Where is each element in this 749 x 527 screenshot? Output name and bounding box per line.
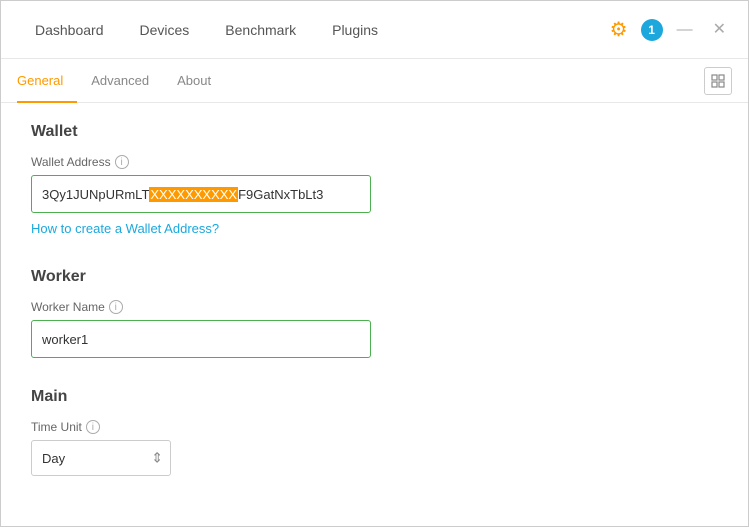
content-scroll[interactable]: Wallet Wallet Address i 3Qy1JUNpURmLTXXX… bbox=[1, 103, 748, 526]
nav-item-dashboard[interactable]: Dashboard bbox=[17, 1, 122, 59]
minimize-button[interactable]: — bbox=[671, 18, 699, 42]
main-section: Main Time Unit i Day Hour Week ⇕ bbox=[31, 388, 718, 476]
worker-name-info-icon[interactable]: i bbox=[109, 300, 123, 314]
nav-items: Dashboard Devices Benchmark Plugins bbox=[17, 1, 605, 59]
grid-icon bbox=[711, 74, 725, 88]
content-area: Wallet Wallet Address i 3Qy1JUNpURmLTXXX… bbox=[1, 103, 748, 526]
wallet-section-title: Wallet bbox=[31, 123, 718, 141]
wallet-address-info-icon[interactable]: i bbox=[115, 155, 129, 169]
wallet-address-label: Wallet Address i bbox=[31, 155, 718, 169]
main-section-title: Main bbox=[31, 388, 718, 406]
create-wallet-link[interactable]: How to create a Wallet Address? bbox=[31, 221, 219, 236]
notification-badge[interactable]: 1 bbox=[641, 19, 663, 41]
title-bar: Dashboard Devices Benchmark Plugins ⚙ 1 … bbox=[1, 1, 748, 59]
worker-name-label: Worker Name i bbox=[31, 300, 718, 314]
wallet-section: Wallet Wallet Address i 3Qy1JUNpURmLTXXX… bbox=[31, 123, 718, 238]
time-unit-label: Time Unit i bbox=[31, 420, 718, 434]
tab-general[interactable]: General bbox=[17, 59, 77, 103]
worker-name-input[interactable] bbox=[31, 320, 371, 358]
worker-section-title: Worker bbox=[31, 268, 718, 286]
close-button[interactable]: ✕ bbox=[707, 18, 732, 42]
time-unit-select-wrapper: Day Hour Week ⇕ bbox=[31, 440, 171, 476]
wallet-prefix: 3Qy1JUNpURmLT bbox=[42, 187, 149, 202]
settings-button[interactable]: ⚙ bbox=[605, 16, 633, 44]
title-bar-actions: ⚙ 1 — ✕ bbox=[605, 16, 732, 44]
main-window: Dashboard Devices Benchmark Plugins ⚙ 1 … bbox=[0, 0, 749, 527]
nav-item-benchmark[interactable]: Benchmark bbox=[207, 1, 314, 59]
grid-view-button[interactable] bbox=[704, 67, 732, 95]
tab-advanced[interactable]: Advanced bbox=[77, 59, 163, 103]
tab-bar: General Advanced About bbox=[1, 59, 748, 103]
time-unit-info-icon[interactable]: i bbox=[86, 420, 100, 434]
wallet-suffix: F9GatNxTbLt3 bbox=[238, 187, 323, 202]
wallet-highlight: XXXXXXXXXX bbox=[149, 187, 238, 202]
worker-section: Worker Worker Name i bbox=[31, 268, 718, 358]
time-unit-select[interactable]: Day Hour Week bbox=[31, 440, 171, 476]
tab-about[interactable]: About bbox=[163, 59, 225, 103]
nav-item-devices[interactable]: Devices bbox=[122, 1, 208, 59]
wallet-address-display[interactable]: 3Qy1JUNpURmLTXXXXXXXXXXF9GatNxTbLt3 bbox=[31, 175, 371, 213]
nav-item-plugins[interactable]: Plugins bbox=[314, 1, 396, 59]
gear-icon: ⚙ bbox=[610, 17, 628, 42]
